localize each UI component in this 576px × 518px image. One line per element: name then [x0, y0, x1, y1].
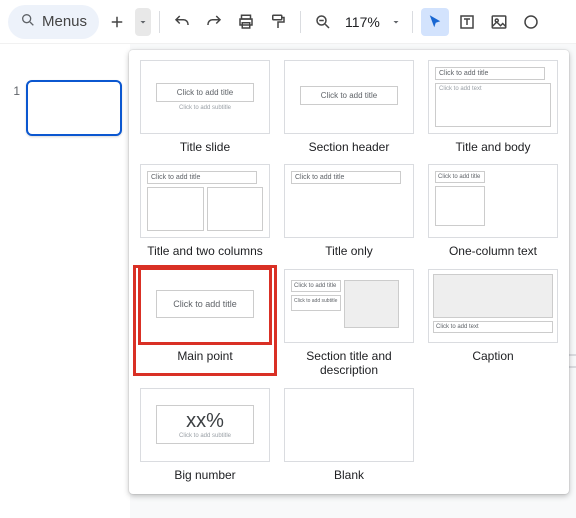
- layout-label: Title slide: [180, 140, 230, 154]
- layout-label: Caption: [472, 349, 513, 363]
- layout-main-point[interactable]: Click to add title Main point: [137, 269, 273, 378]
- placeholder-subtitle: Click to add subtitle: [291, 295, 341, 311]
- zoom-button[interactable]: [309, 8, 337, 36]
- placeholder-subtitle: Click to add subtitle: [147, 105, 263, 111]
- layout-label: Section header: [309, 140, 390, 154]
- layout-picker: Click to add title Click to add subtitle…: [129, 50, 569, 494]
- layout-big-number[interactable]: xx% Click to add subtitle Big number: [137, 388, 273, 482]
- separator: [300, 11, 301, 33]
- text-box-tool[interactable]: [453, 8, 481, 36]
- placeholder-title: Click to add title: [435, 171, 485, 183]
- placeholder-image: [344, 280, 399, 328]
- layout-title-body[interactable]: Click to add title Click to add text Tit…: [425, 60, 561, 154]
- print-button[interactable]: [232, 8, 260, 36]
- placeholder-title: Click to add title: [147, 171, 257, 184]
- menu-search-label: Menus: [42, 13, 87, 30]
- separator: [159, 11, 160, 33]
- slide-thumbnail[interactable]: [26, 80, 122, 136]
- layout-section-title-desc[interactable]: Click to add title Click to add subtitle…: [281, 269, 417, 378]
- zoom-dropdown[interactable]: [388, 8, 404, 36]
- placeholder-subtitle: Click to add subtitle: [157, 433, 254, 439]
- select-tool[interactable]: [421, 8, 449, 36]
- layout-label: Main point: [177, 349, 232, 363]
- layout-caption[interactable]: Click to add text Caption: [425, 269, 561, 378]
- layout-label: One-column text: [449, 244, 537, 258]
- search-icon: [20, 12, 36, 31]
- shape-tool[interactable]: [517, 8, 545, 36]
- new-slide-button[interactable]: [103, 8, 131, 36]
- layout-label: Big number: [174, 468, 235, 482]
- layout-label: Title only: [325, 244, 373, 258]
- big-number: xx%: [157, 410, 254, 433]
- layout-title-two-columns[interactable]: Click to add title Title and two columns: [137, 164, 273, 258]
- slide-panel: 1: [0, 44, 130, 518]
- layout-blank[interactable]: Blank: [281, 388, 417, 482]
- layout-label: Title and two columns: [147, 244, 263, 258]
- placeholder-body: Click to add text: [435, 83, 551, 127]
- placeholder-caption: Click to add text: [433, 321, 553, 333]
- placeholder-title: Click to add title: [291, 280, 341, 292]
- placeholder-title: Click to add title: [156, 290, 255, 318]
- placeholder-title: Click to add title: [291, 171, 401, 184]
- layout-title-only[interactable]: Click to add title Title only: [281, 164, 417, 258]
- layout-one-column[interactable]: Click to add title One-column text: [425, 164, 561, 258]
- layout-label: Blank: [334, 468, 364, 482]
- image-tool[interactable]: [485, 8, 513, 36]
- toolbar: Menus 117%: [0, 0, 576, 44]
- layout-label: Title and body: [456, 140, 531, 154]
- placeholder-title: Click to add title: [300, 86, 399, 105]
- placeholder-title: Click to add title: [156, 83, 255, 102]
- slide-number: 1: [8, 80, 20, 98]
- slide-thumbnail-row[interactable]: 1: [8, 80, 122, 136]
- separator: [412, 11, 413, 33]
- menu-search[interactable]: Menus: [8, 5, 99, 39]
- redo-button[interactable]: [200, 8, 228, 36]
- paint-format-button[interactable]: [264, 8, 292, 36]
- layout-title-slide[interactable]: Click to add title Click to add subtitle…: [137, 60, 273, 154]
- layout-section-header[interactable]: Click to add title Section header: [281, 60, 417, 154]
- undo-button[interactable]: [168, 8, 196, 36]
- placeholder-image: [433, 274, 553, 318]
- placeholder-title: Click to add title: [435, 67, 545, 80]
- placeholder-body: [435, 186, 485, 226]
- layout-label: Section title and description: [281, 349, 417, 378]
- zoom-level[interactable]: 117%: [341, 14, 384, 30]
- new-slide-dropdown[interactable]: [135, 8, 151, 36]
